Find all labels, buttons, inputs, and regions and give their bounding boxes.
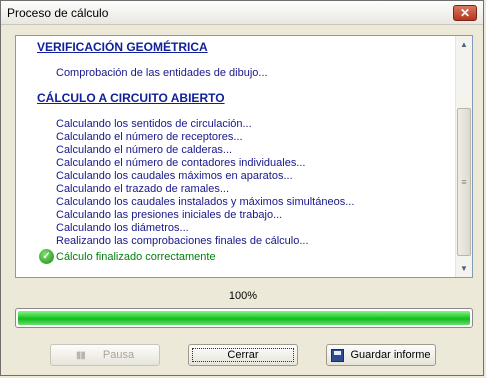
scroll-thumb[interactable]: ≡ — [457, 108, 471, 256]
section-heading-open-circuit: CÁLCULO A CIRCUITO ABIERTO — [37, 91, 225, 105]
log-line: Calculando los sentidos de circulación..… — [56, 118, 252, 130]
calculation-log-panel: VERIFICACIÓN GEOMÉTRICA Comprobación de … — [15, 35, 473, 278]
log-line: Calculando los diámetros... — [56, 222, 189, 234]
save-report-button[interactable]: Guardar informe — [326, 344, 436, 366]
check-circle-icon: ✓ — [39, 249, 54, 264]
log-line: Calculando el trazado de ramales... — [56, 183, 230, 195]
success-message: ✓ Cálculo finalizado correctamente — [39, 249, 216, 264]
scroll-down-arrow-icon[interactable]: ▼ — [456, 260, 472, 277]
log-line: Calculando las presiones iniciales de tr… — [56, 209, 283, 221]
progress-bar — [15, 308, 473, 328]
success-text: Cálculo finalizado correctamente — [56, 250, 216, 263]
floppy-disk-icon — [331, 348, 345, 362]
close-button[interactable]: Cerrar — [188, 344, 298, 366]
log-scrollbar[interactable]: ▲ ≡ ▼ — [455, 36, 472, 277]
scroll-up-arrow-icon[interactable]: ▲ — [456, 36, 472, 53]
section-heading-geometric-check: VERIFICACIÓN GEOMÉTRICA — [37, 40, 208, 54]
progress-percent: 100% — [228, 290, 258, 302]
log-line: Comprobación de las entidades de dibujo.… — [56, 67, 268, 79]
log-line: Realizando las comprobaciones finales de… — [56, 235, 309, 247]
window-title: Proceso de cálculo — [7, 6, 109, 20]
title-bar: Proceso de cálculo ✕ — [1, 1, 483, 25]
log-line: Calculando los caudales máximos en apara… — [56, 170, 293, 182]
close-icon: ✕ — [459, 6, 471, 20]
log-line: Calculando los caudales instalados y máx… — [56, 196, 355, 208]
log-line: Calculando el número de calderas... — [56, 144, 233, 156]
calculation-dialog: Proceso de cálculo ✕ VERIFICACIÓN GEOMÉT… — [0, 0, 484, 376]
pause-icon: ▮▮ — [75, 349, 86, 361]
log-line: Calculando el número de contadores indiv… — [56, 157, 306, 169]
save-report-button-label: Guardar informe — [350, 349, 431, 361]
calculation-log: VERIFICACIÓN GEOMÉTRICA Comprobación de … — [16, 36, 456, 277]
pause-button-label: Pausa — [102, 349, 135, 361]
progress-fill — [18, 311, 470, 325]
focus-rectangle — [192, 348, 294, 362]
close-window-button[interactable]: ✕ — [453, 5, 477, 21]
pause-button[interactable]: ▮▮ Pausa — [50, 344, 160, 366]
log-line: Calculando el número de receptores... — [56, 131, 243, 143]
